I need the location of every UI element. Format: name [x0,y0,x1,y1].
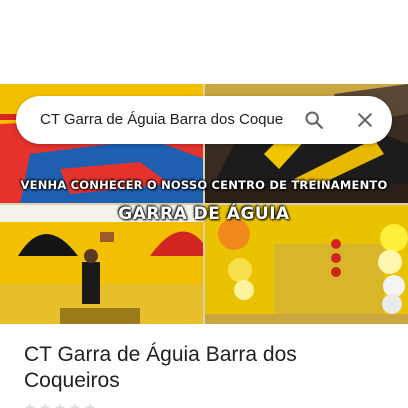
search-input[interactable]: CT Garra de Águia Barra dos Coque [40,96,304,144]
search-bar[interactable]: CT Garra de Águia Barra dos Coque [16,96,392,144]
photo-tagline: VENHA CONHECER O NOSSO CENTRO DE TREINAM… [20,178,388,192]
star-icon [40,403,50,408]
search-icon [305,111,323,129]
photo-brand-name: GARRA DE ÁGUIA [118,204,290,224]
place-title: CT Garra de Águia Barra dos Coqueiros [24,343,297,392]
top-blank-area [0,0,408,84]
close-icon [358,113,372,127]
star-icon [25,403,35,408]
search-button[interactable] [298,104,330,136]
star-icon [70,403,80,408]
clear-search-button[interactable] [349,104,381,136]
place-photo[interactable]: VENHA CONHECER O NOSSO CENTRO DE TREINAM… [0,84,408,324]
star-icon [55,403,65,408]
rating-stars [24,402,96,408]
star-icon [85,403,95,408]
